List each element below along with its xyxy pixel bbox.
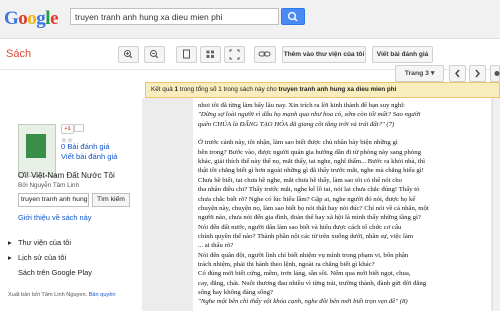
page-select-value: Trang 3 bbox=[404, 70, 429, 77]
chevron-right-icon: ▸ bbox=[8, 238, 12, 247]
page-text-line: sống hay không đáng sống? bbox=[198, 289, 273, 296]
one-page-view-button[interactable] bbox=[176, 46, 197, 63]
book-title: Ơi! Việt-Nam Đất Nước Tôi bbox=[18, 171, 115, 180]
page-text-line: ... ai thấu rõ? bbox=[198, 242, 234, 250]
page-text-line: quên CHÚA là ĐẤNG TẠO HÓA đã giang cõi t… bbox=[198, 120, 395, 128]
page-text-line: Chưa hề biết, tai chưa hề nghe, mắt chưa… bbox=[198, 176, 402, 184]
search-icon bbox=[287, 11, 298, 22]
logo-letter: o bbox=[27, 8, 37, 29]
page-text-line: bên trong? Bước vào, được người quản gia… bbox=[198, 148, 422, 156]
page-text-line: trách nhiệm, phải thi hành theo lệnh, ng… bbox=[198, 260, 375, 268]
page-text-line: tha nhân điều chi? Thấy trước mắt, nghe … bbox=[198, 186, 420, 194]
page-icon bbox=[183, 49, 190, 59]
thumbnail-view-button[interactable] bbox=[200, 46, 221, 63]
copyright-link[interactable]: Bản quyền bbox=[89, 292, 116, 298]
page-text-line: Nói đến đất nước, người dân làm sao biết… bbox=[198, 223, 402, 231]
notice-prefix: Kết quả bbox=[151, 86, 175, 93]
search-button[interactable] bbox=[281, 8, 305, 25]
notice-query: truyen tranh anh hung xa dieu mien phi bbox=[278, 86, 397, 93]
next-page-button[interactable] bbox=[469, 65, 486, 82]
section-title: Sách bbox=[6, 48, 32, 60]
about-book-link[interactable]: Giới thiệu về sách này bbox=[18, 213, 91, 222]
page-text-line: Có đúng mới biết cứng, mềm, trơn láng, s… bbox=[198, 270, 411, 278]
menu-label: Lịch sử của tôi bbox=[18, 253, 67, 262]
in-book-search-button[interactable]: Tìm kiếm bbox=[92, 193, 130, 207]
zoom-in-button[interactable] bbox=[118, 46, 139, 63]
page-text-line: chính quyền thế nào? Thành phần nội các … bbox=[198, 232, 414, 240]
page-text-line: "Nghe một bên chỉ thấy vội khóa cạnh, ng… bbox=[198, 298, 408, 306]
chevron-right-icon: ▸ bbox=[8, 253, 12, 262]
menu-label: Sách trên Google Play bbox=[18, 268, 92, 277]
page-text-line: chuyện này, chuyện nọ, làm sao biết họ n… bbox=[198, 204, 429, 212]
fullscreen-button[interactable] bbox=[224, 46, 245, 63]
grid-icon bbox=[206, 50, 214, 58]
reviews-count-link[interactable]: 0 Bài đánh giá bbox=[61, 142, 110, 151]
menu-google-play[interactable]: Sách trên Google Play bbox=[18, 268, 92, 277]
notice-middle: trong tổng số 1 trong sách này cho bbox=[177, 86, 279, 93]
page-select[interactable]: Trang 3 ▾ bbox=[395, 65, 444, 82]
write-review-link[interactable]: Viết bài đánh giá bbox=[61, 152, 117, 161]
page-text-line: Ở trước cảnh này, tôi nhận, làm sao biết… bbox=[198, 139, 398, 147]
page-text-line: chưa chắc biết rõ? Nghe có lúc hiểu lầm?… bbox=[198, 195, 416, 203]
zoom-out-icon bbox=[150, 50, 159, 59]
logo-letter: o bbox=[18, 8, 28, 29]
logo-letter: G bbox=[4, 8, 19, 29]
menu-my-history[interactable]: ▸ Lịch sử của tôi bbox=[8, 253, 66, 262]
menu-my-library[interactable]: ▸ Thư viện của tôi bbox=[8, 238, 71, 247]
google-logo[interactable]: Google bbox=[4, 8, 58, 30]
settings-button[interactable] bbox=[490, 65, 500, 82]
write-review-button[interactable]: Viết bài đánh giá bbox=[372, 46, 433, 63]
scrollbar[interactable] bbox=[492, 98, 500, 311]
page-text-line: nhoi tôi đã từng làm bẩy lâu nay. Xin tr… bbox=[198, 102, 406, 109]
zoom-out-button[interactable] bbox=[144, 46, 165, 63]
search-input[interactable]: truyen tranh anh hung xa dieu mien phi bbox=[70, 8, 279, 25]
add-to-library-button[interactable]: Thêm vào thư viện của tôi bbox=[282, 46, 366, 63]
book-page: nhoi tôi đã từng làm bẩy lâu nay. Xin tr… bbox=[193, 98, 491, 311]
plus-one-count bbox=[74, 124, 84, 132]
chevron-down-icon: ▾ bbox=[430, 70, 435, 77]
fullscreen-icon bbox=[229, 49, 240, 60]
publisher-text: Xuất bản bởi Tâm Linh Nguyen. bbox=[8, 292, 88, 298]
page-text-line: Nói đến quân đội, người lính chỉ biết nh… bbox=[198, 251, 409, 259]
chevron-right-icon bbox=[475, 69, 480, 78]
book-author: Bởi Nguyễn Tâm Linh bbox=[18, 182, 80, 189]
logo-letter: e bbox=[50, 8, 58, 29]
plus-one-button[interactable]: +1 bbox=[61, 124, 74, 134]
publisher-info: Xuất bản bởi Tâm Linh Nguyen. Bản quyền bbox=[8, 292, 115, 298]
gear-icon bbox=[494, 71, 500, 76]
page-text-line: khác, giải thích thế này thế nọ, mắt thấ… bbox=[198, 158, 426, 166]
menu-label: Thư viện của tôi bbox=[18, 238, 72, 247]
in-book-search-input[interactable]: truyen tranh anh hung bbox=[18, 193, 89, 207]
page-text-line: người nào, chưa nói đến gia đình, đoàn t… bbox=[198, 214, 421, 222]
search-results-notice: Kết quả 1 trong tổng số 1 trong sách này… bbox=[145, 82, 500, 98]
link-button[interactable] bbox=[254, 46, 276, 63]
page-text-line: cay, đắng, chát. Nuôi thương đau nhiều v… bbox=[198, 279, 427, 287]
page-text-line: thật tôi chẳng biết gì hơn ngoài những g… bbox=[198, 167, 424, 175]
zoom-in-icon bbox=[124, 50, 133, 59]
chevron-left-icon bbox=[455, 69, 460, 78]
prev-page-button[interactable] bbox=[449, 65, 466, 82]
page-text-line: "Dừng sợ loài người vì dẫu họ mạnh qua n… bbox=[198, 111, 421, 119]
book-cover-art bbox=[26, 134, 46, 158]
link-icon bbox=[258, 51, 271, 57]
logo-letter: g bbox=[36, 8, 46, 29]
